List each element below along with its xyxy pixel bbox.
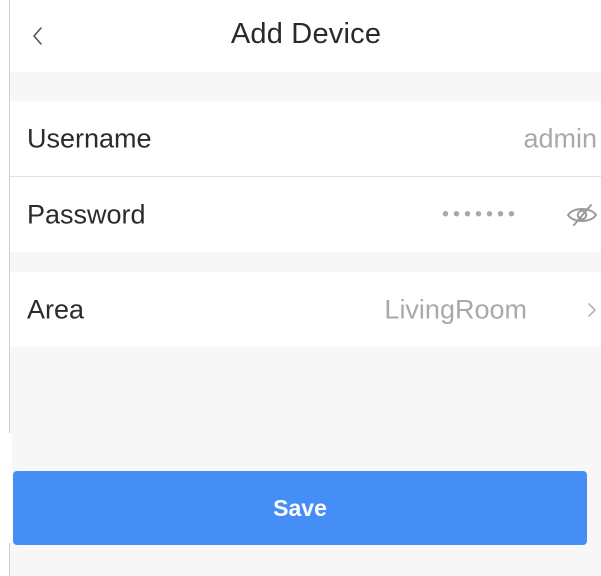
username-row[interactable]: Username admin — [10, 101, 601, 177]
username-field[interactable]: admin — [523, 124, 597, 155]
area-value: LivingRoom — [384, 294, 527, 324]
area-label: Area — [27, 294, 85, 324]
nav-bar: Add Device — [10, 0, 601, 72]
password-label: Password — [27, 199, 146, 229]
page-title: Add Device — [230, 18, 382, 50]
area-row[interactable]: Area LivingRoom — [10, 272, 601, 347]
password-row[interactable]: Password ••••••• — [10, 177, 601, 252]
chevron-right-icon — [588, 302, 596, 317]
frame-gap — [0, 433, 12, 543]
username-label: Username — [27, 123, 152, 154]
password-field[interactable]: ••••••• — [442, 203, 519, 226]
save-button[interactable]: Save — [13, 471, 587, 545]
eye-slash-icon[interactable] — [565, 202, 599, 228]
